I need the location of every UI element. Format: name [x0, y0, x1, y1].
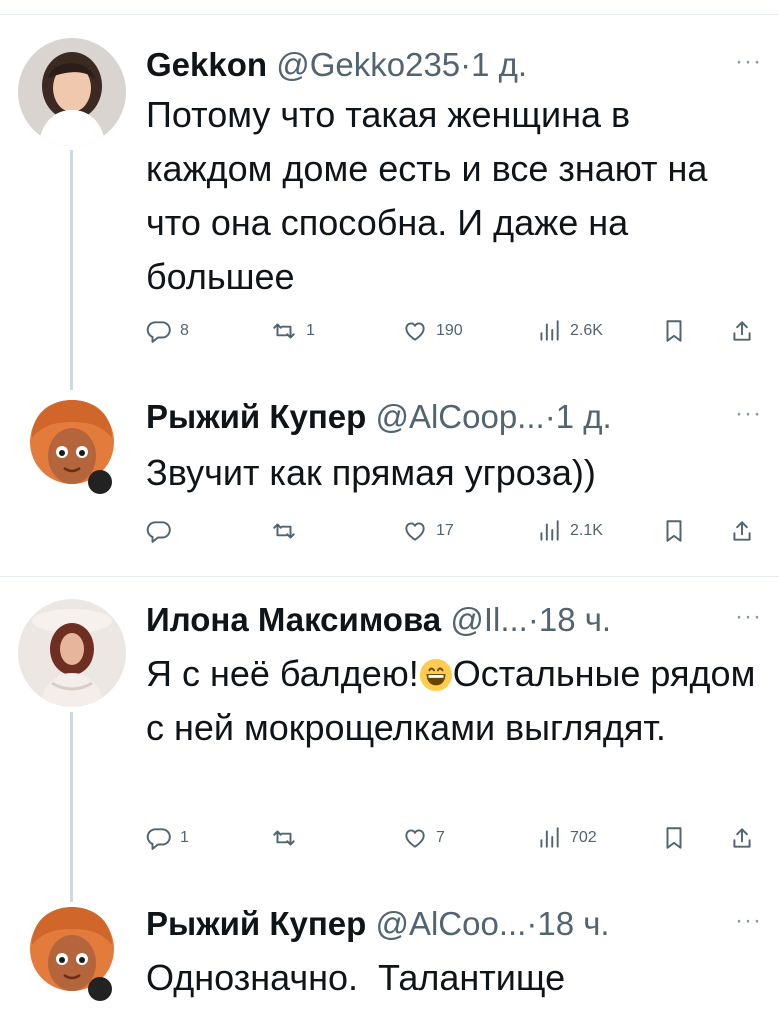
display-name[interactable]: Рыжий Купер [146, 398, 366, 435]
tweet-header: Илона Максимова @Il...·18 ч. [146, 600, 611, 640]
views-icon [540, 520, 559, 541]
more-options-icon[interactable]: ··· [735, 48, 762, 76]
tweet-text: Потому что такая женщина в каждом доме е… [146, 94, 708, 297]
tweet-text-part: Я с неё балдею! [146, 653, 419, 694]
tweet[interactable]: Рыжий Купер @AlCoop...·1 д. ··· Звучит к… [0, 370, 779, 576]
user-handle[interactable]: @Il... [450, 601, 528, 638]
bookmark-button[interactable] [661, 825, 687, 851]
views-button[interactable]: 2.1K [536, 518, 603, 544]
action-bar: 17 2.1K [146, 518, 766, 550]
share-button[interactable] [729, 318, 755, 344]
avatar[interactable] [18, 905, 126, 1013]
retweet-button[interactable]: 1 [270, 318, 315, 344]
reply-count: 1 [180, 829, 189, 846]
like-count: 7 [436, 829, 445, 846]
tweet-header: Рыжий Купер @AlCoo...·18 ч. [146, 904, 610, 944]
like-count: 17 [436, 522, 454, 539]
display-name[interactable]: Gekkon [146, 46, 267, 83]
reply-icon [146, 828, 171, 850]
retweet-button[interactable] [270, 825, 306, 851]
timestamp[interactable]: 18 ч. [537, 905, 609, 942]
views-button[interactable]: 702 [536, 825, 597, 851]
display-name[interactable]: Рыжий Купер [146, 905, 366, 942]
separator: · [527, 601, 539, 638]
retweet-icon [273, 830, 295, 846]
timestamp[interactable]: 1 д. [556, 398, 612, 435]
timestamp[interactable]: 18 ч. [539, 601, 611, 638]
tweet[interactable]: Илона Максимова @Il...·18 ч. ··· Я с неё… [0, 577, 779, 877]
reply-icon [146, 321, 171, 343]
retweet-icon [273, 523, 295, 539]
reply-button[interactable]: 8 [146, 318, 189, 344]
bookmark-button[interactable] [661, 518, 687, 544]
heart-icon [405, 522, 425, 541]
bookmark-button[interactable] [661, 318, 687, 344]
views-icon [540, 320, 559, 341]
bookmark-icon [666, 520, 682, 542]
avatar[interactable] [18, 398, 126, 506]
tweet-header: Рыжий Купер @AlCoop...·1 д. [146, 397, 612, 437]
views-icon [540, 827, 559, 848]
user-handle[interactable]: @Gekko235 [276, 46, 460, 83]
tweet-header: Gekkon @Gekko235·1 д. [146, 45, 527, 85]
reply-button[interactable] [146, 518, 180, 544]
avatar[interactable] [18, 38, 126, 146]
views-count: 702 [570, 829, 597, 846]
share-button[interactable] [729, 518, 755, 544]
avatar[interactable] [18, 599, 126, 707]
reply-icon [146, 521, 171, 543]
views-button[interactable]: 2.6K [536, 318, 603, 344]
user-handle[interactable]: @AlCoop... [375, 398, 544, 435]
action-bar: 1 7 702 [146, 825, 766, 857]
like-count: 190 [436, 322, 463, 339]
share-button[interactable] [729, 825, 755, 851]
tweet-text: Однозначно. Талантище [146, 957, 566, 998]
reply-button[interactable]: 1 [146, 825, 189, 851]
more-options-icon[interactable]: ··· [735, 603, 762, 631]
tweet[interactable]: Рыжий Купер @AlCoo...·18 ч. ··· Однознач… [0, 877, 779, 1024]
tweet-text: Я с неё балдею! Остальные рядом с ней мок… [146, 647, 756, 755]
retweet-icon [273, 323, 295, 339]
action-bar: 8 1 190 2.6K [146, 318, 766, 350]
like-button[interactable]: 17 [402, 518, 454, 544]
heart-icon [405, 322, 425, 341]
retweet-button[interactable] [270, 518, 306, 544]
tweet-text: Звучит как прямая угроза)) [146, 452, 596, 493]
more-options-icon[interactable]: ··· [735, 907, 762, 935]
separator: · [526, 905, 538, 942]
separator: · [544, 398, 556, 435]
timestamp[interactable]: 1 д. [471, 46, 527, 83]
separator: · [460, 46, 472, 83]
share-icon [733, 828, 751, 848]
share-icon [733, 321, 751, 341]
like-button[interactable]: 190 [402, 318, 463, 344]
user-handle[interactable]: @AlCoo... [375, 905, 526, 942]
views-count: 2.6K [570, 322, 603, 339]
reply-count: 8 [180, 322, 189, 339]
like-button[interactable]: 7 [402, 825, 445, 851]
share-icon [733, 521, 751, 541]
bookmark-icon [666, 320, 682, 342]
tweet[interactable]: Gekkon @Gekko235·1 д. ··· Потому что так… [0, 0, 779, 370]
display-name[interactable]: Илона Максимова [146, 601, 441, 638]
retweet-count: 1 [306, 322, 315, 339]
bookmark-icon [666, 827, 682, 849]
heart-icon [405, 829, 425, 848]
grinning-face-emoji [419, 658, 452, 692]
more-options-icon[interactable]: ··· [735, 400, 762, 428]
views-count: 2.1K [570, 522, 603, 539]
